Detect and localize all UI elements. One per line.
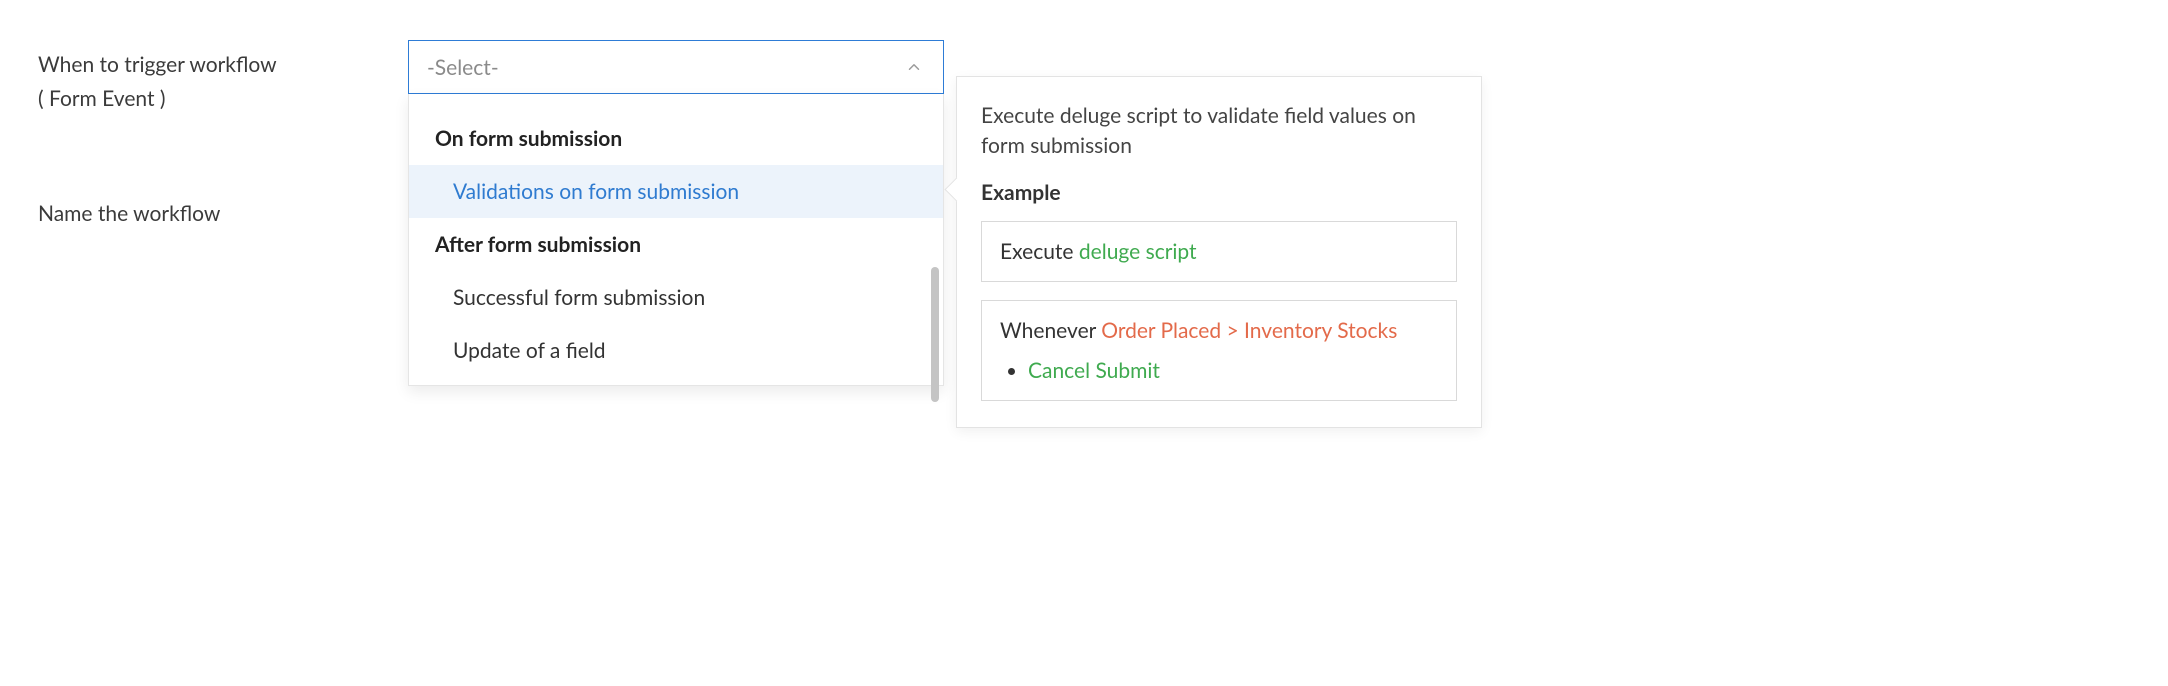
- example1-prefix: Execute: [1000, 239, 1079, 264]
- chevron-up-icon: [905, 58, 923, 76]
- example2-condition: Order Placed > Inventory Stocks: [1101, 318, 1397, 343]
- trigger-label-line1: When to trigger workflow: [38, 52, 277, 77]
- dropdown-group-on-form-submission: On form submission: [409, 112, 943, 165]
- info-example-label: Example: [981, 180, 1457, 205]
- info-desc: Execute deluge script to validate field …: [981, 101, 1457, 162]
- example1-link: deluge script: [1079, 239, 1197, 264]
- dropdown-item-update-field[interactable]: Update of a field: [409, 324, 943, 377]
- trigger-label-line2: ( Form Event ): [38, 82, 408, 116]
- name-workflow-label: Name the workflow: [38, 197, 408, 231]
- dropdown-item-validations[interactable]: Validations on form submission: [409, 165, 943, 218]
- info-panel: Execute deluge script to validate field …: [956, 76, 1482, 428]
- trigger-label: When to trigger workflow ( Form Event ) …: [38, 40, 408, 231]
- dropdown-group-after-form-submission: After form submission: [409, 218, 943, 271]
- select-placeholder: -Select-: [427, 55, 499, 80]
- trigger-select[interactable]: -Select-: [408, 40, 944, 94]
- dropdown-item-successful-submission[interactable]: Successful form submission: [409, 271, 943, 324]
- dropdown-scrollbar[interactable]: [931, 267, 939, 402]
- trigger-dropdown: On form submission Validations on form s…: [408, 94, 944, 386]
- example2-prefix: Whenever: [1000, 318, 1101, 343]
- example2-bullet: Cancel Submit: [1028, 355, 1438, 387]
- example-box-1: Execute deluge script: [981, 221, 1457, 283]
- example-box-2: Whenever Order Placed > Inventory Stocks…: [981, 300, 1457, 401]
